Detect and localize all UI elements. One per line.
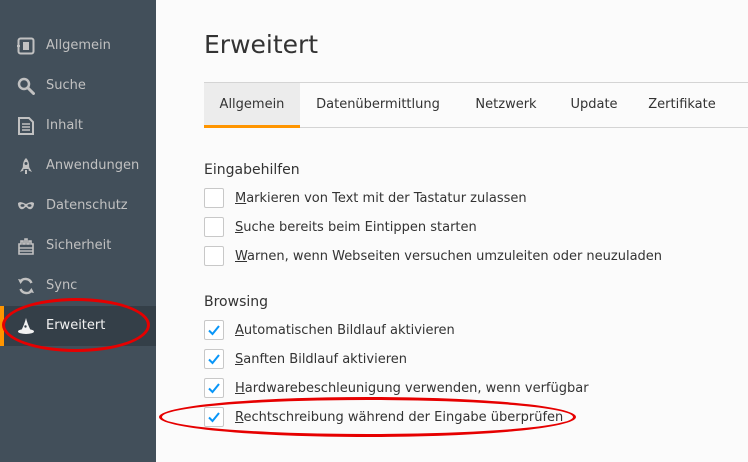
option-smooth-scroll[interactable]: Sanften Bildlauf aktivieren [204,347,407,371]
checkmark-icon [208,412,220,423]
checkbox[interactable] [204,378,224,398]
option-label: Markieren von Text mit der Tastatur zula… [235,191,527,206]
access-key: H [235,380,245,396]
sidebar-item-label: Allgemein [46,38,111,53]
option-label: Warnen, wenn Webseiten versuchen umzulei… [235,249,662,264]
preferences-pane: Erweitert Allgemein Datenübermittlung Ne… [156,0,748,462]
access-key: W [235,248,248,264]
sidebar: Allgemein Suche Inhalt Anwendungen Daten… [0,0,156,462]
option-hardware-acceleration[interactable]: Hardwarebeschleunigung verwenden, wenn v… [204,376,589,400]
sidebar-item-suche[interactable]: Suche [0,66,156,106]
option-text: echtschreibung während der Eingabe überp… [243,409,564,425]
option-label: Suche bereits beim Eintippen starten [235,220,477,235]
sidebar-item-label: Sync [46,278,78,293]
checkbox[interactable] [204,349,224,369]
sidebar-item-label: Inhalt [46,118,83,133]
option-text: anften Bildlauf aktivieren [243,351,408,367]
sidebar-item-datenschutz[interactable]: Datenschutz [0,186,156,226]
general-icon [17,37,35,55]
checkmark-icon [208,325,220,336]
option-text: utomatischen Bildlauf aktivieren [243,322,455,338]
rocket-icon [20,158,32,174]
search-icon [17,77,35,95]
sync-icon [18,277,34,295]
sidebar-item-label: Anwendungen [46,158,140,173]
tab-update[interactable]: Update [556,83,632,127]
tab-bar: Allgemein Datenübermittlung Netzwerk Upd… [204,82,748,128]
tab-datenuebermittlung[interactable]: Datenübermittlung [300,83,456,127]
tab-label: Update [570,97,618,112]
wizard-hat-icon [18,318,34,334]
checkmark-icon [208,383,220,394]
option-spellcheck[interactable]: Rechtschreibung während der Eingabe über… [204,405,563,429]
sidebar-item-label: Erweitert [46,318,106,333]
checkbox[interactable] [204,188,224,208]
tab-label: Zertifikate [648,97,716,112]
checkbox[interactable] [204,407,224,427]
tab-label: Allgemein [219,97,285,112]
group-title-browsing: Browsing [204,294,269,310]
option-label: Automatischen Bildlauf aktivieren [235,323,455,338]
tab-netzwerk[interactable]: Netzwerk [456,83,556,127]
option-text: uche bereits beim Eintippen starten [243,219,477,235]
access-key: A [235,322,244,338]
group-title-eingabehilfen: Eingabehilfen [204,162,300,178]
sidebar-item-label: Suche [46,78,86,93]
sidebar-item-sync[interactable]: Sync [0,266,156,306]
sidebar-item-allgemein[interactable]: Allgemein [0,26,156,66]
document-icon [18,117,34,135]
option-label: Hardwarebeschleunigung verwenden, wenn v… [235,381,589,396]
sidebar-item-label: Sicherheit [46,238,112,253]
option-label: Rechtschreibung während der Eingabe über… [235,410,563,425]
page-title: Erweitert [204,30,319,59]
option-text: arnen, wenn Webseiten versuchen umzuleit… [247,248,663,264]
option-caret-browsing[interactable]: Markieren von Text mit der Tastatur zula… [204,186,527,210]
option-text: arkieren von Text mit der Tastatur zulas… [246,190,527,206]
tab-label: Netzwerk [475,97,537,112]
sidebar-item-inhalt[interactable]: Inhalt [0,106,156,146]
tab-zertifikate[interactable]: Zertifikate [632,83,732,127]
checkbox[interactable] [204,217,224,237]
tab-allgemein[interactable]: Allgemein [204,83,300,128]
option-autoscroll[interactable]: Automatischen Bildlauf aktivieren [204,318,455,342]
access-key: M [235,190,247,206]
option-label: Sanften Bildlauf aktivieren [235,352,407,367]
mask-icon [18,202,34,210]
option-text: ardwarebeschleunigung verwenden, wenn ve… [244,380,589,396]
checkmark-icon [208,354,220,365]
checkbox[interactable] [204,320,224,340]
option-warn-redirect[interactable]: Warnen, wenn Webseiten versuchen umzulei… [204,244,662,268]
sidebar-item-anwendungen[interactable]: Anwendungen [0,146,156,186]
sidebar-item-sicherheit[interactable]: Sicherheit [0,226,156,266]
checkbox[interactable] [204,246,224,266]
tab-label: Datenübermittlung [316,97,440,112]
castle-icon [18,238,34,255]
sidebar-item-erweitert[interactable]: Erweitert [0,306,156,346]
sidebar-item-label: Datenschutz [46,198,128,213]
option-search-on-typing[interactable]: Suche bereits beim Eintippen starten [204,215,477,239]
